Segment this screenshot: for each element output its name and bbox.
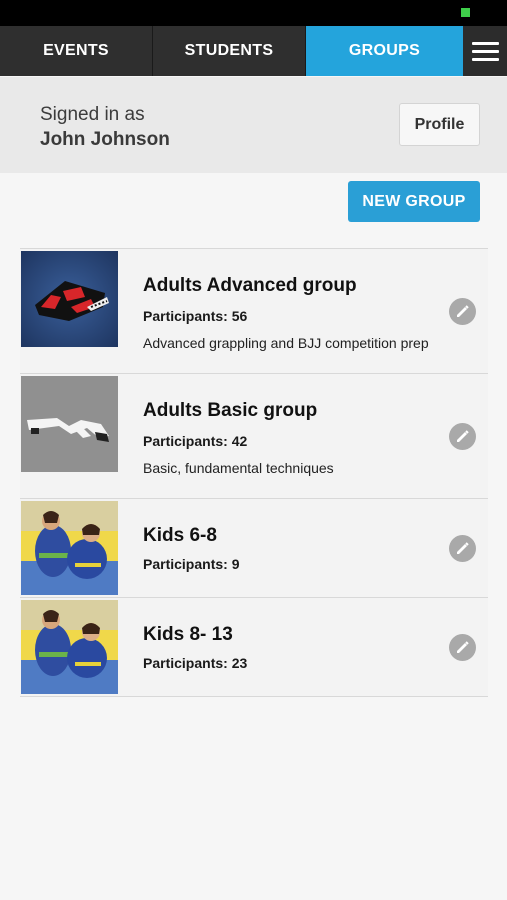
group-thumbnail-black-belt xyxy=(21,251,118,347)
group-thumbnail-white-belt xyxy=(21,376,118,472)
group-title: Kids 8- 13 xyxy=(143,624,233,645)
participants-count: Participants: 9 xyxy=(143,556,240,572)
participants-count: Participants: 42 xyxy=(143,433,248,449)
list-item[interactable]: Kids 6-8 Participants: 9 xyxy=(20,499,488,598)
group-title: Adults Advanced group xyxy=(143,275,357,296)
group-thumbnail-kids xyxy=(21,600,118,694)
tab-events[interactable]: EVENTS xyxy=(0,26,153,76)
signin-label: Signed in as xyxy=(40,104,145,125)
battery-icon xyxy=(461,8,470,17)
edit-pencil-icon[interactable] xyxy=(449,423,476,450)
profile-button[interactable]: Profile xyxy=(399,103,480,146)
group-description: Basic, fundamental techniques xyxy=(143,460,334,476)
group-description: Advanced grappling and BJJ competition p… xyxy=(143,335,429,351)
list-item[interactable]: Adults Advanced group Participants: 56 A… xyxy=(20,249,488,374)
tab-groups[interactable]: GROUPS xyxy=(306,26,463,76)
new-group-button[interactable]: NEW GROUP xyxy=(348,181,480,222)
tab-students[interactable]: STUDENTS xyxy=(153,26,306,76)
top-nav: EVENTS STUDENTS GROUPS xyxy=(0,26,507,76)
participants-count: Participants: 23 xyxy=(143,655,248,671)
user-name: John Johnson xyxy=(40,129,170,150)
status-bar xyxy=(0,0,507,26)
signin-panel: Signed in as John Johnson Profile xyxy=(0,77,507,173)
list-item[interactable]: Adults Basic group Participants: 42 Basi… xyxy=(20,374,488,499)
group-thumbnail-kids xyxy=(21,501,118,595)
edit-pencil-icon[interactable] xyxy=(449,535,476,562)
list-item[interactable]: Kids 8- 13 Participants: 23 xyxy=(20,598,488,697)
edit-pencil-icon[interactable] xyxy=(449,634,476,661)
group-list: Adults Advanced group Participants: 56 A… xyxy=(20,248,488,697)
hamburger-menu-icon[interactable] xyxy=(463,26,507,76)
group-title: Adults Basic group xyxy=(143,400,318,421)
edit-pencil-icon[interactable] xyxy=(449,298,476,325)
group-title: Kids 6-8 xyxy=(143,525,217,546)
participants-count: Participants: 56 xyxy=(143,308,248,324)
